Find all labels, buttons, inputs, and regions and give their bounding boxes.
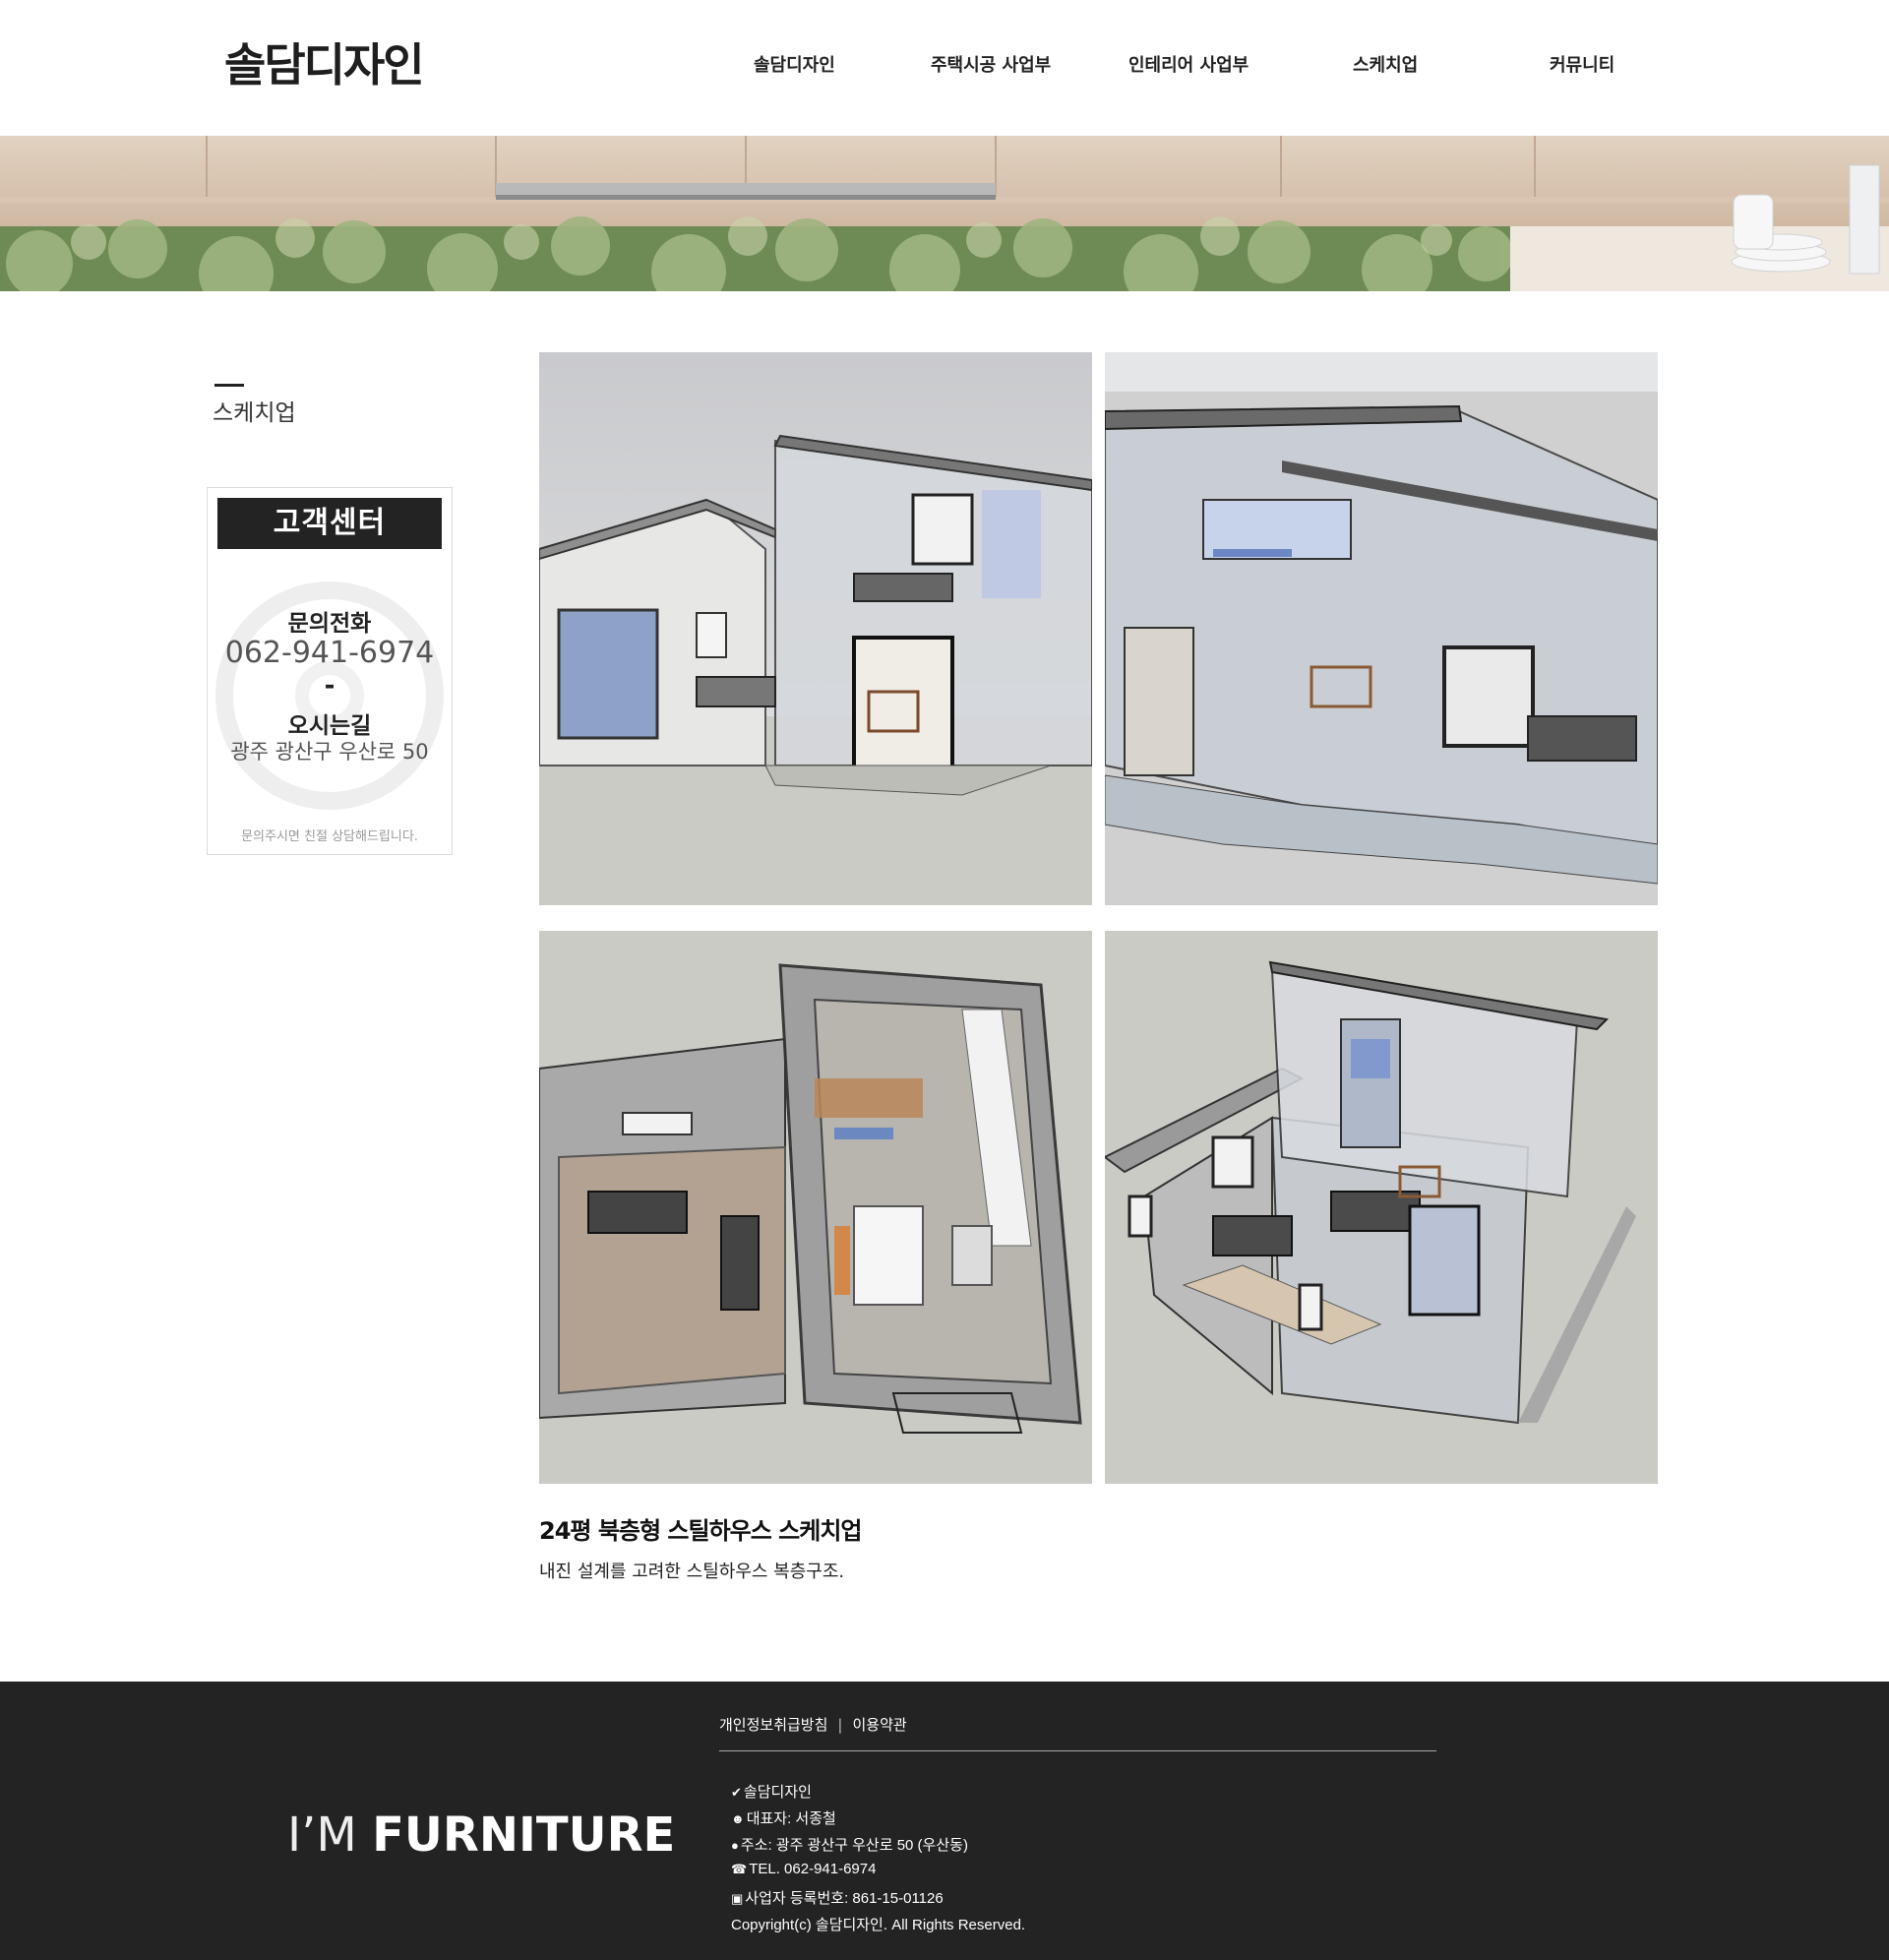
footer-tel: ☎ TEL. 062-941-6974 bbox=[731, 1861, 876, 1877]
sketchup-render-4[interactable] bbox=[1105, 931, 1658, 1484]
footer-brand-prefix: I’M bbox=[287, 1807, 373, 1863]
nav-item-interior[interactable]: 인테리어 사업부 bbox=[1128, 51, 1249, 77]
nav-item-community[interactable]: 커뮤니티 bbox=[1550, 51, 1615, 77]
footer-tel-text: TEL. 062-941-6974 bbox=[749, 1861, 877, 1877]
sketchup-render-3[interactable] bbox=[539, 931, 1092, 1484]
consult-note: 문의주시면 친절 상담해드립니다. bbox=[241, 829, 418, 844]
post-title: 24평 북층형 스틸하우스 스케치업 bbox=[539, 1517, 863, 1545]
site-footer: I’M FURNITURE 개인정보취급방침 | 이용약관 ✔ 솔담디자인 ☻ 대표자:… bbox=[0, 1682, 1889, 1960]
nav-item-sketchup[interactable]: 스케치업 bbox=[1353, 51, 1418, 77]
sketchup-render-2[interactable] bbox=[1105, 352, 1658, 905]
footer-company-text: 솔담디자인 bbox=[743, 1784, 812, 1801]
footer-ceo: ☻ 대표자: 서종철 bbox=[731, 1807, 836, 1828]
phone-icon: ☎ bbox=[731, 1862, 748, 1876]
hero-banner-image bbox=[0, 136, 1889, 291]
footer-address: ● 주소: 광주 광산구 우산로 50 (우산동) bbox=[731, 1834, 968, 1855]
customer-center-banner[interactable]: 고객센터 문의전화 062-941-6974 - 오시는길 광주 광산구 우산로… bbox=[207, 487, 453, 855]
footer-company: ✔ 솔담디자인 bbox=[731, 1781, 812, 1802]
section-title-dash bbox=[214, 384, 244, 387]
terms-link[interactable]: 이용약관 bbox=[852, 1716, 906, 1734]
footer-divider bbox=[719, 1750, 1436, 1751]
nav-item-housing[interactable]: 주택시공 사업부 bbox=[931, 51, 1051, 77]
section-title: 스케치업 bbox=[213, 400, 296, 426]
footer-copyright: Copyright(c) 솔담디자인. All Rights Reserved. bbox=[731, 1917, 1026, 1933]
directions-address: 광주 광산구 우산로 50 bbox=[230, 740, 429, 764]
footer-address-text: 주소: 광주 광산구 우산로 50 (우산동) bbox=[740, 1837, 968, 1854]
footer-brand-word: FURNITURE bbox=[372, 1807, 676, 1863]
nav-item-soldam[interactable]: 솔담디자인 bbox=[754, 51, 835, 77]
post-description: 내진 설계를 고려한 스틸하우스 복층구조. bbox=[539, 1562, 845, 1582]
footer-business-no: ▣ 사업자 등록번호: 861-15-01126 bbox=[731, 1887, 944, 1908]
customer-center-header: 고객센터 bbox=[217, 498, 442, 549]
footer-ceo-text: 대표자: 서종철 bbox=[746, 1810, 836, 1827]
sketchup-render-1[interactable] bbox=[539, 352, 1092, 905]
footer-brand-logo: I’M FURNITURE bbox=[287, 1807, 675, 1863]
inquiry-label: 문의전화 bbox=[287, 611, 372, 637]
site-header: 솔담디자인 솔담디자인 주택시공 사업부 인테리어 사업부 스케치업 커뮤니티 bbox=[0, 0, 1889, 136]
footer-link-separator: | bbox=[837, 1716, 843, 1734]
separator: - bbox=[324, 671, 335, 701]
map-marker-icon: ● bbox=[731, 1838, 739, 1853]
id-card-icon: ▣ bbox=[731, 1891, 744, 1906]
privacy-policy-link[interactable]: 개인정보취급방침 bbox=[719, 1716, 827, 1734]
user-check-icon: ☻ bbox=[731, 1811, 745, 1826]
directions-label: 오시는길 bbox=[287, 713, 372, 739]
main-nav: 솔담디자인 주택시공 사업부 인테리어 사업부 스케치업 커뮤니티 bbox=[0, 51, 1889, 81]
inquiry-phone: 062-941-6974 bbox=[224, 636, 435, 670]
footer-business-no-text: 사업자 등록번호: 861-15-01126 bbox=[745, 1890, 944, 1907]
check-circle-icon: ✔ bbox=[731, 1785, 742, 1800]
footer-links: 개인정보취급방침 | 이용약관 bbox=[719, 1714, 907, 1735]
